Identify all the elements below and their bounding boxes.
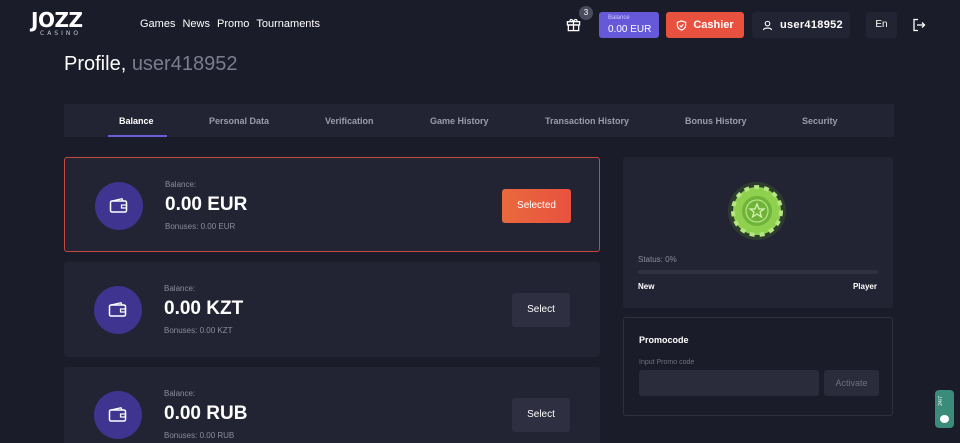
- chat-bubble-icon: [940, 415, 949, 423]
- page-title-username: user418952: [131, 53, 238, 75]
- header-balance-value: 0.00 EUR: [608, 24, 652, 35]
- bonus-value: Bonuses: 0.00 EUR: [165, 222, 236, 231]
- wallet-icon: [94, 391, 142, 439]
- cashier-label: Cashier: [693, 19, 734, 31]
- nav-tournaments[interactable]: Tournaments: [256, 18, 320, 30]
- status-text: Status: 0%: [638, 255, 677, 264]
- user-icon: [762, 20, 773, 30]
- header-username: user418952: [780, 19, 843, 31]
- profile-tabs: Balance Personal Data Verification Game …: [64, 104, 894, 137]
- level-to: Player: [852, 282, 877, 291]
- tab-personal-data[interactable]: Personal Data: [209, 116, 269, 126]
- balance-card-rub: Balance: 0.00 RUB Bonuses: 0.00 RUB Sele…: [64, 367, 600, 443]
- tab-verification[interactable]: Verification: [325, 116, 374, 126]
- gift-icon[interactable]: [566, 17, 581, 32]
- main-nav: Games News Promo Tournaments: [140, 18, 327, 30]
- tab-game-history[interactable]: Game History: [430, 116, 489, 126]
- balance-value: 0.00 KZT: [164, 298, 244, 319]
- jozz-casino-logo[interactable]: JOZZ CASINO: [31, 8, 93, 40]
- tab-security[interactable]: Security: [802, 116, 838, 126]
- page-title: Profile, user418952: [64, 53, 237, 76]
- level-from: New: [638, 282, 655, 291]
- promocode-title: Promocode: [639, 335, 689, 345]
- logo-sub-text: CASINO: [40, 30, 82, 37]
- balance-card-eur: Balance: 0.00 EUR Bonuses: 0.00 EUR Sele…: [64, 157, 600, 252]
- selected-button[interactable]: Selected: [502, 189, 571, 223]
- active-tab-indicator: [108, 135, 167, 137]
- status-progress-bar: [638, 270, 878, 274]
- promocode-input[interactable]: [639, 370, 819, 396]
- balance-label: Balance:: [164, 389, 196, 398]
- header-balance-button[interactable]: Balance 0.00 EUR: [599, 12, 659, 38]
- nav-promo[interactable]: Promo: [217, 18, 249, 30]
- nav-news[interactable]: News: [182, 18, 210, 30]
- bonus-value: Bonuses: 0.00 KZT: [164, 326, 233, 335]
- tab-transaction-history[interactable]: Transaction History: [545, 116, 629, 126]
- balance-value: 0.00 EUR: [165, 194, 248, 215]
- language-selector[interactable]: En: [866, 12, 897, 38]
- top-header: JOZZ CASINO Games News Promo Tournaments…: [0, 0, 960, 50]
- select-button[interactable]: Select: [512, 293, 570, 327]
- status-panel: Status: 0% New Player: [623, 157, 893, 308]
- balance-label: Balance:: [165, 180, 197, 189]
- promocode-panel: Promocode Input Promo code Activate: [623, 317, 893, 416]
- shield-icon: [677, 19, 687, 31]
- tab-bonus-history[interactable]: Bonus History: [685, 116, 747, 126]
- gift-count-badge: 3: [579, 6, 593, 20]
- bonus-value: Bonuses: 0.00 RUB: [164, 431, 235, 440]
- tab-balance[interactable]: Balance: [119, 116, 154, 126]
- casino-chip-icon: [728, 182, 786, 240]
- balance-label: Balance:: [164, 284, 196, 293]
- logo-main-text: JOZZ: [31, 8, 83, 32]
- balance-card-kzt: Balance: 0.00 KZT Bonuses: 0.00 KZT Sele…: [64, 262, 600, 357]
- header-balance-label: Balance: [608, 15, 630, 21]
- chat-label: 24/7: [938, 396, 944, 406]
- nav-games[interactable]: Games: [140, 18, 175, 30]
- wallet-icon: [94, 286, 142, 334]
- promocode-input-label: Input Promo code: [639, 359, 695, 366]
- support-chat-button[interactable]: 24/7: [935, 390, 954, 428]
- logout-icon[interactable]: [912, 18, 926, 32]
- user-menu-button[interactable]: user418952: [752, 12, 850, 38]
- balance-value: 0.00 RUB: [164, 403, 248, 424]
- cashier-button[interactable]: Cashier: [666, 12, 744, 38]
- wallet-icon: [95, 182, 143, 230]
- select-button[interactable]: Select: [512, 398, 570, 432]
- activate-button[interactable]: Activate: [824, 370, 879, 396]
- page-title-text: Profile,: [64, 53, 127, 75]
